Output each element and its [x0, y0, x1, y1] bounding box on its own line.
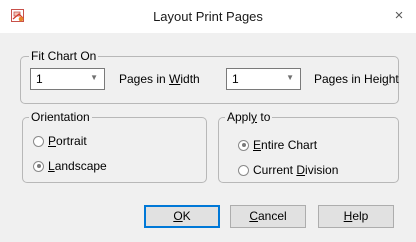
apply-to-legend: Apply to [225, 110, 273, 124]
cancel-button[interactable]: Cancel [230, 205, 306, 228]
width-pages-value: 1 [36, 72, 43, 86]
height-pages-value: 1 [232, 72, 239, 86]
chevron-down-icon[interactable]: ▼ [90, 73, 98, 82]
window-title: Layout Print Pages [153, 9, 263, 24]
entire-chart-label: Entire Chart [253, 138, 318, 152]
current-division-radio[interactable]: Current Division [238, 162, 338, 178]
radio-landscape-indicator[interactable] [33, 160, 44, 172]
title-bar: Layout Print Pages × [0, 0, 416, 33]
height-pages-stepper[interactable]: 1 ▼ [226, 68, 301, 90]
radio-current-division-indicator[interactable] [238, 164, 249, 176]
chevron-down-icon[interactable]: ▼ [286, 73, 294, 82]
width-pages-stepper[interactable]: 1 ▼ [30, 68, 105, 90]
ok-button[interactable]: OK [144, 205, 220, 228]
close-icon[interactable]: × [389, 6, 409, 26]
landscape-radio[interactable]: Landscape [33, 158, 107, 174]
radio-entire-chart-indicator[interactable] [238, 139, 249, 151]
pages-in-width-label: Pages in Width [119, 72, 200, 86]
radio-portrait-indicator[interactable] [33, 135, 44, 147]
entire-chart-radio[interactable]: Entire Chart [238, 137, 317, 153]
portrait-label: Portrait [48, 134, 87, 148]
orientation-legend: Orientation [29, 110, 92, 124]
fit-chart-legend: Fit Chart On [29, 49, 99, 63]
landscape-label: Landscape [48, 159, 107, 173]
portrait-radio[interactable]: Portrait [33, 133, 87, 149]
pages-in-height-label: Pages in Height [314, 72, 399, 86]
current-division-label: Current Division [253, 163, 339, 177]
help-button[interactable]: Help [318, 205, 394, 228]
